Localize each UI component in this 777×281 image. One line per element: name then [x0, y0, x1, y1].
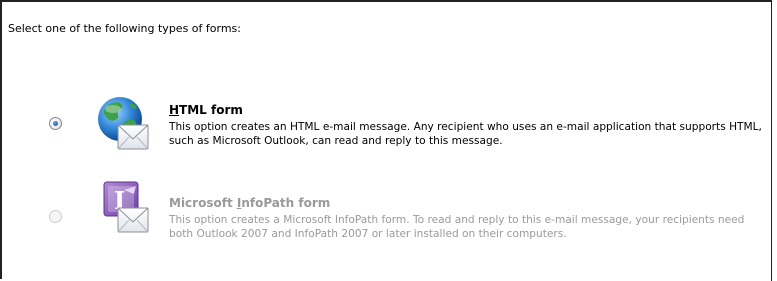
html-form-description: This option creates an HTML e-mail messa…	[169, 121, 762, 147]
infopath-form-option[interactable]: I Microsoft InfoPath form This option cr…	[0, 181, 771, 258]
html-form-title-text: TML form	[179, 103, 243, 117]
globe-envelope-icon	[98, 97, 149, 150]
infopath-form-title-text: nfoPath form	[241, 196, 331, 210]
html-form-radio[interactable]	[49, 117, 62, 130]
html-form-title: HTML form	[169, 103, 243, 117]
infopath-form-radio[interactable]	[49, 210, 62, 223]
infopath-form-title-prefix: Microsoft	[169, 196, 237, 210]
form-type-prompt: Select one of the following types of for…	[8, 22, 241, 35]
panel-divider	[771, 0, 772, 281]
html-form-accelerator: H	[169, 103, 180, 117]
html-form-option[interactable]: HTML form This option creates an HTML e-…	[0, 95, 771, 165]
infopath-form-title: Microsoft InfoPath form	[169, 196, 330, 210]
infopath-envelope-icon: I	[103, 181, 149, 233]
infopath-form-description: This option creates a Microsoft InfoPath…	[169, 214, 745, 240]
